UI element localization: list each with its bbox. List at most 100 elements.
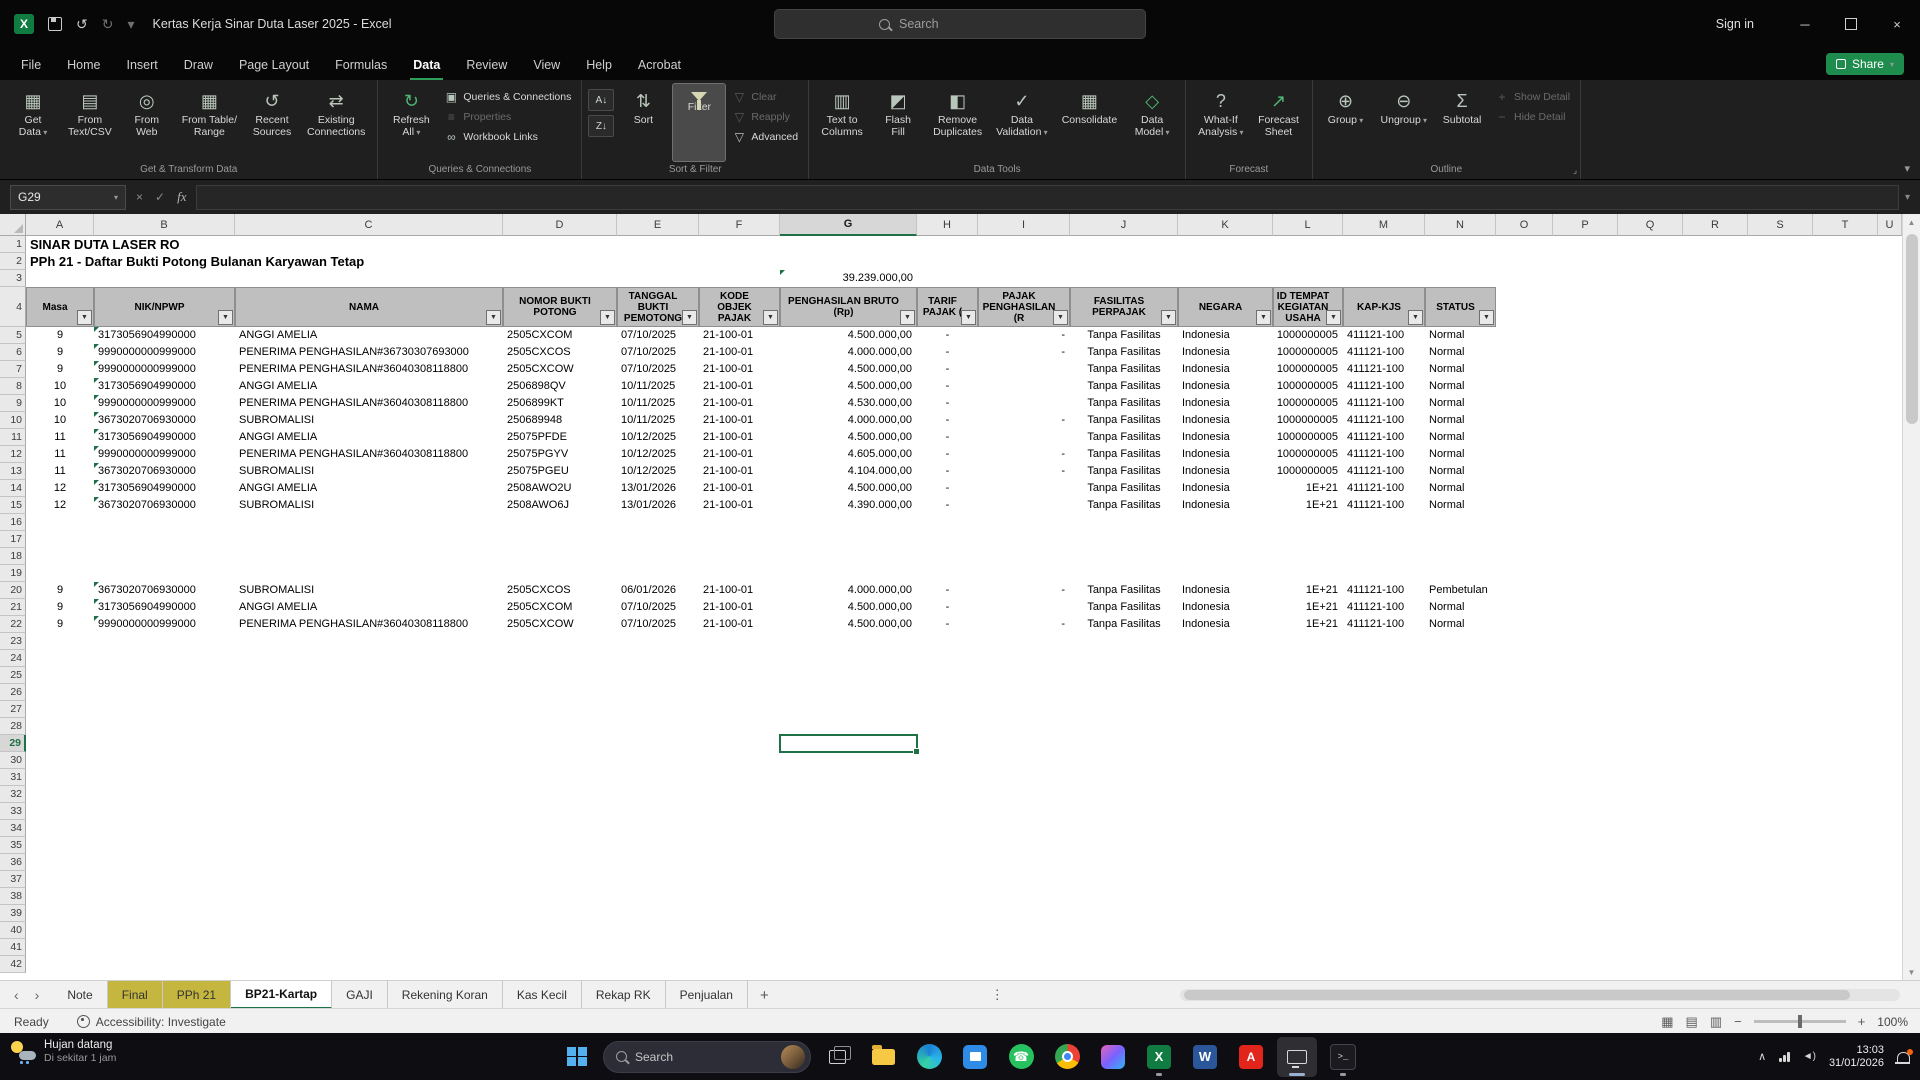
table-cell[interactable]: 21-100-01 — [699, 463, 780, 480]
row-header-16[interactable]: 16 — [0, 514, 26, 531]
selected-cell-G29[interactable] — [779, 734, 918, 753]
save-icon[interactable] — [48, 17, 62, 31]
dialog-launcher-icon[interactable]: ⌟ — [1573, 165, 1577, 176]
file-explorer-icon[interactable] — [863, 1037, 903, 1077]
insert-function-icon[interactable]: fx — [177, 189, 186, 205]
ribbon-tab-page-layout[interactable]: Page Layout — [226, 51, 322, 80]
table-cell[interactable]: 4.500.000,00 — [780, 480, 917, 497]
filter-dropdown-icon[interactable]: ▼ — [682, 310, 697, 325]
redo-icon[interactable]: ↻ — [102, 17, 114, 31]
table-cell[interactable]: 1E+21 — [1273, 582, 1343, 599]
ribbon-tab-draw[interactable]: Draw — [171, 51, 226, 80]
table-cell[interactable]: 3673020706930000 — [94, 582, 235, 599]
table-cell[interactable]: 4.500.000,00 — [780, 429, 917, 446]
row-header-35[interactable]: 35 — [0, 837, 26, 854]
column-header-k[interactable]: K — [1178, 214, 1273, 236]
row-header-8[interactable]: 8 — [0, 378, 26, 395]
table-cell[interactable]: 411121-100 — [1343, 429, 1425, 446]
text-to-columns-button[interactable]: ▥Text to Columns — [815, 83, 869, 162]
table-cell[interactable]: ANGGI AMELIA — [235, 599, 503, 616]
ribbon-tab-acrobat[interactable]: Acrobat — [625, 51, 694, 80]
row-header-40[interactable]: 40 — [0, 922, 26, 939]
sheet-grid[interactable]: ABCDEFGHIJKLMNOPQRSTU1234567891011121314… — [0, 214, 1902, 980]
table-cell[interactable]: 2505CXCOW — [503, 616, 617, 633]
column-header-e[interactable]: E — [617, 214, 699, 236]
table-cell[interactable]: Tanpa Fasilitas — [1070, 463, 1178, 480]
whatsapp-icon[interactable]: ☎ — [1001, 1037, 1041, 1077]
table-cell[interactable]: 12 — [26, 497, 94, 514]
filter-dropdown-icon[interactable]: ▼ — [77, 310, 92, 325]
data-validation-button[interactable]: ✓Data Validation ▾ — [990, 83, 1054, 162]
table-header-negara[interactable]: NEGARA▼ — [1178, 287, 1273, 327]
row-header-32[interactable]: 32 — [0, 786, 26, 803]
table-header-tanggal-bukti-pemotong[interactable]: TANGGAL BUKTI PEMOTONG▼ — [617, 287, 699, 327]
table-cell[interactable]: 4.390.000,00 — [780, 497, 917, 514]
table-cell[interactable]: Indonesia — [1178, 412, 1273, 429]
table-cell[interactable]: 21-100-01 — [699, 616, 780, 633]
cancel-formula-icon[interactable]: × — [136, 190, 143, 204]
table-cell[interactable]: 4.000.000,00 — [780, 344, 917, 361]
column-header-n[interactable]: N — [1425, 214, 1496, 236]
task-view-icon[interactable] — [817, 1037, 857, 1077]
table-cell[interactable]: Indonesia — [1178, 599, 1273, 616]
table-cell[interactable]: - — [978, 446, 1070, 463]
table-cell[interactable]: 2505CXCOM — [503, 599, 617, 616]
table-cell[interactable]: 10/11/2025 — [617, 378, 699, 395]
table-cell[interactable]: 411121-100 — [1343, 463, 1425, 480]
ribbon-tab-file[interactable]: File — [8, 51, 54, 80]
titlebar-search[interactable]: Search — [774, 9, 1146, 39]
table-cell[interactable]: 1000000005 — [1273, 395, 1343, 412]
table-cell[interactable]: Normal — [1425, 412, 1496, 429]
terminal-icon[interactable]: >_ — [1323, 1037, 1363, 1077]
row-header-29[interactable]: 29 — [0, 735, 26, 752]
table-cell[interactable]: 21-100-01 — [699, 446, 780, 463]
group-button[interactable]: ⊕Group ▾ — [1319, 83, 1373, 162]
table-cell[interactable]: Normal — [1425, 480, 1496, 497]
table-cell[interactable]: 07/10/2025 — [617, 327, 699, 344]
table-cell[interactable]: PENERIMA PENGHASILAN#36040308118800 — [235, 616, 503, 633]
table-cell[interactable]: - — [917, 361, 978, 378]
column-header-c[interactable]: C — [235, 214, 503, 236]
filter-dropdown-icon[interactable]: ▼ — [1408, 310, 1423, 325]
sort-za-button[interactable]: Z↓ — [588, 115, 614, 137]
column-header-p[interactable]: P — [1553, 214, 1618, 236]
existing-connections-button[interactable]: ⇄Existing Connections — [301, 83, 371, 162]
row-header-4[interactable]: 4 — [0, 287, 26, 327]
table-cell[interactable]: 3173056904990000 — [94, 599, 235, 616]
sign-in-button[interactable]: Sign in — [1716, 17, 1754, 31]
column-header-d[interactable]: D — [503, 214, 617, 236]
table-cell[interactable]: 3173056904990000 — [94, 429, 235, 446]
table-cell[interactable]: Tanpa Fasilitas — [1070, 599, 1178, 616]
table-header-status[interactable]: STATUS▼ — [1425, 287, 1496, 327]
ribbon-tab-review[interactable]: Review — [453, 51, 520, 80]
table-cell[interactable]: 4.500.000,00 — [780, 327, 917, 344]
column-header-g[interactable]: G — [780, 214, 917, 236]
table-cell[interactable]: 9990000000999000 — [94, 446, 235, 463]
clear-filter-button[interactable]: ▽Clear — [728, 89, 802, 105]
table-cell[interactable]: 411121-100 — [1343, 446, 1425, 463]
table-cell[interactable]: 1000000005 — [1273, 327, 1343, 344]
table-cell[interactable]: - — [917, 395, 978, 412]
table-cell[interactable]: Indonesia — [1178, 395, 1273, 412]
row-header-13[interactable]: 13 — [0, 463, 26, 480]
table-cell[interactable]: 4.000.000,00 — [780, 582, 917, 599]
row-header-42[interactable]: 42 — [0, 956, 26, 973]
table-cell[interactable]: 9990000000999000 — [94, 616, 235, 633]
table-cell[interactable]: - — [917, 327, 978, 344]
table-cell[interactable]: 4.605.000,00 — [780, 446, 917, 463]
table-cell[interactable]: 25075PGEU — [503, 463, 617, 480]
table-cell[interactable]: Indonesia — [1178, 361, 1273, 378]
column-header-t[interactable]: T — [1813, 214, 1878, 236]
table-cell[interactable]: 9990000000999000 — [94, 395, 235, 412]
table-cell[interactable]: - — [978, 582, 1070, 599]
row-header-41[interactable]: 41 — [0, 939, 26, 956]
table-cell[interactable]: - — [978, 463, 1070, 480]
row-header-11[interactable]: 11 — [0, 429, 26, 446]
table-cell[interactable]: 07/10/2025 — [617, 344, 699, 361]
table-cell[interactable]: 1E+21 — [1273, 497, 1343, 514]
table-cell[interactable]: 411121-100 — [1343, 582, 1425, 599]
select-all-corner[interactable] — [0, 214, 26, 236]
table-cell[interactable]: ANGGI AMELIA — [235, 480, 503, 497]
table-cell[interactable]: 10 — [26, 412, 94, 429]
table-cell[interactable]: 3673020706930000 — [94, 497, 235, 514]
